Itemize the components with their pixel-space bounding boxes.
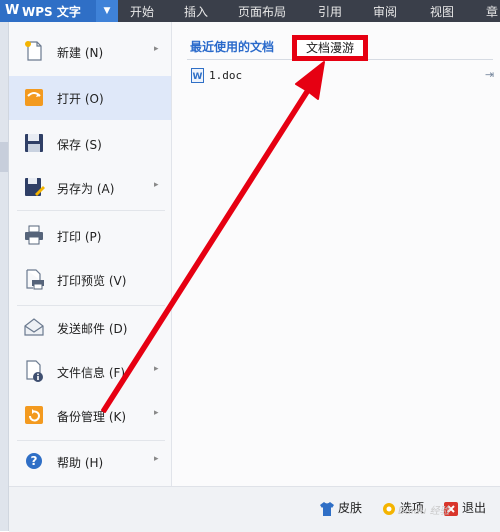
file-info-icon <box>26 360 43 382</box>
sidebar-item-label: 打印 (P) <box>57 230 102 244</box>
menu-tab-insert[interactable]: 插入 <box>184 3 208 20</box>
skin-label: 皮肤 <box>338 501 363 515</box>
backup-icon <box>25 406 43 424</box>
sidebar-item-save[interactable]: 保存 (S) <box>9 122 171 166</box>
help-icon: ? <box>26 453 42 469</box>
pin-icon[interactable]: ⇥ <box>485 68 494 81</box>
submenu-arrow-icon: ▸ <box>154 408 159 418</box>
top-menu-bar: W WPS 文字 ▼ 开始 插入 页面布局 引用 审阅 视图 章 <box>0 0 500 22</box>
submenu-arrow-icon: ▸ <box>154 44 159 54</box>
tab-document-roaming[interactable]: 文档漫游 <box>292 35 368 61</box>
svg-text:W: W <box>193 72 203 82</box>
tab-recent-documents[interactable]: 最近使用的文档 <box>190 38 274 55</box>
sidebar-item-label: 打开 (O) <box>57 92 104 106</box>
app-menu-dropdown-button[interactable]: ▼ <box>96 0 118 22</box>
document-edge-strip <box>0 22 8 531</box>
menu-tab-page-layout[interactable]: 页面布局 <box>238 3 286 20</box>
menu-tab-references[interactable]: 引用 <box>318 3 342 20</box>
print-preview-icon <box>26 269 44 290</box>
open-folder-icon <box>25 89 43 106</box>
save-as-icon <box>25 178 45 196</box>
menu-tab-review[interactable]: 审阅 <box>373 3 397 20</box>
sidebar-item-print-preview[interactable]: 打印预览 (V) <box>9 258 171 302</box>
tab-document-roaming-label: 文档漫游 <box>305 41 354 55</box>
sidebar-item-backup[interactable]: 备份管理 (K) ▸ <box>9 394 171 438</box>
sidebar-item-label: 另存为 (A) <box>57 182 115 196</box>
sidebar-item-label: 新建 (N) <box>57 46 104 60</box>
envelope-icon <box>24 318 44 336</box>
menu-tab-view[interactable]: 视图 <box>430 3 454 20</box>
recent-file-row[interactable]: W 1.doc ⇥ <box>189 67 495 85</box>
sidebar-item-save-as[interactable]: 另存为 (A) ▸ <box>9 166 171 210</box>
sidebar-item-open[interactable]: 打开 (O) <box>9 76 171 120</box>
sidebar-item-label: 打印预览 (V) <box>57 274 127 288</box>
sidebar-item-new[interactable]: 新建 (N) ▸ <box>9 30 171 74</box>
wps-logo-icon: W <box>5 3 20 18</box>
app-title: WPS 文字 <box>22 5 81 19</box>
sidebar-item-label: 保存 (S) <box>57 138 102 152</box>
sidebar-item-label: 备份管理 (K) <box>57 410 127 424</box>
sidebar-item-label: 发送邮件 (D) <box>57 322 128 336</box>
wps-app-button[interactable]: W WPS 文字 ▼ <box>0 0 118 22</box>
sidebar-item-send-email[interactable]: 发送邮件 (D) <box>9 306 171 350</box>
sidebar-item-help[interactable]: ? 帮助 (H) ▸ <box>9 440 171 484</box>
word-document-icon: W <box>191 68 204 83</box>
skin-button[interactable]: 皮肤 <box>319 499 362 517</box>
sidebar-item-label: 帮助 (H) <box>57 456 104 470</box>
save-floppy-icon <box>25 134 43 152</box>
submenu-arrow-icon: ▸ <box>154 364 159 374</box>
sidebar-item-file-info[interactable]: 文件信息 (F) ▸ <box>9 350 171 394</box>
submenu-arrow-icon: ▸ <box>154 454 159 464</box>
file-menu-sidebar: 新建 (N) ▸ 打开 (O) 保存 (S) 另存为 (A) ▸ 打印 (P) … <box>9 22 172 486</box>
printer-icon <box>25 225 43 245</box>
menu-tab-home[interactable]: 开始 <box>130 3 154 20</box>
svg-text:?: ? <box>31 454 38 468</box>
watermark: Baidu 经验 <box>398 506 450 517</box>
recent-file-name: 1.doc <box>209 69 243 82</box>
sidebar-item-label: 文件信息 (F) <box>57 366 126 380</box>
menu-tab-chapter[interactable]: 章 <box>486 3 498 20</box>
exit-label: 退出 <box>462 501 487 515</box>
submenu-arrow-icon: ▸ <box>154 180 159 190</box>
file-menu-panel: 新建 (N) ▸ 打开 (O) 保存 (S) 另存为 (A) ▸ 打印 (P) … <box>8 22 500 532</box>
tshirt-skin-icon <box>320 501 334 516</box>
new-document-icon <box>25 41 42 61</box>
gear-icon <box>383 502 395 515</box>
strip-marker <box>0 142 8 172</box>
sidebar-item-print[interactable]: 打印 (P) <box>9 214 171 258</box>
menu-separator <box>17 210 165 211</box>
